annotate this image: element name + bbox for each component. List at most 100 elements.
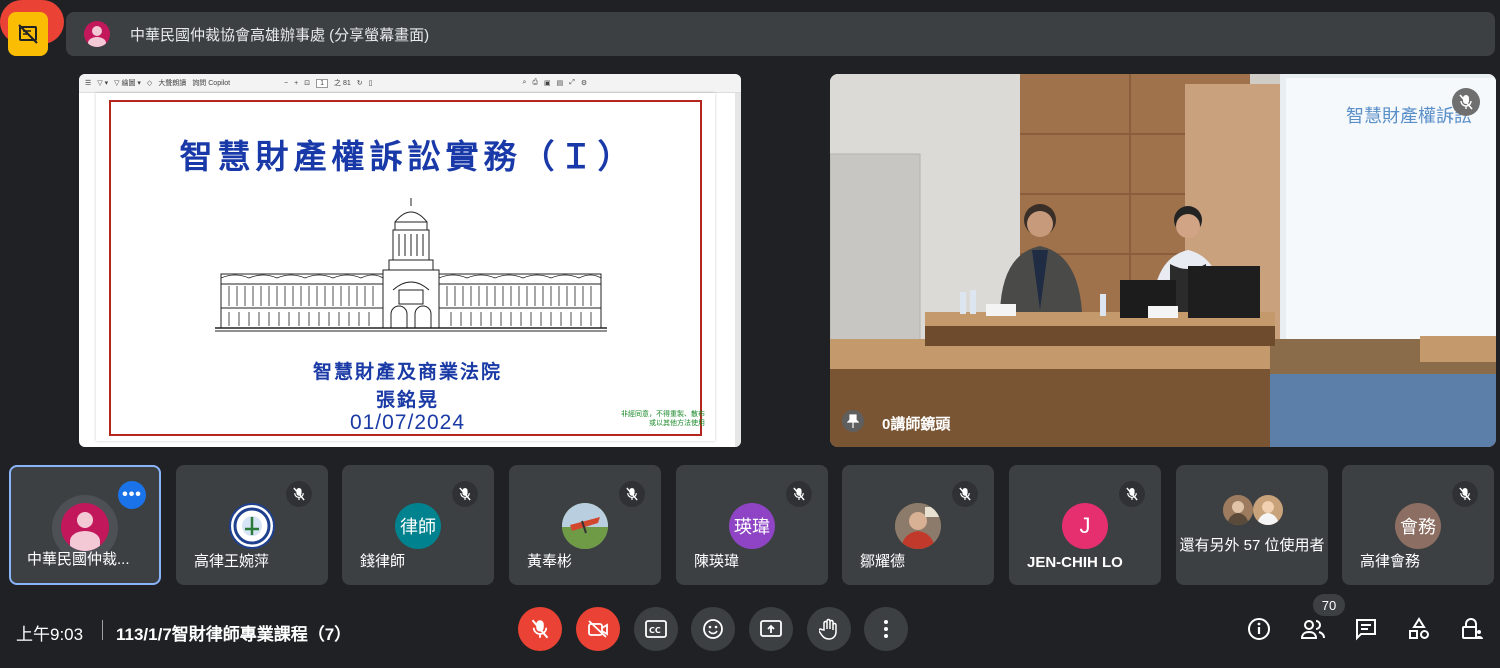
mic-off-icon xyxy=(452,481,478,507)
avatar-photo xyxy=(1223,495,1253,525)
participant-tile-self[interactable]: ••• 中華民國仲裁... xyxy=(9,465,161,585)
participant-name: JEN-CHIH LO xyxy=(1027,554,1123,571)
chat-icon xyxy=(1356,619,1376,641)
participant-name: 黃奉彬 xyxy=(527,553,573,570)
building-illustration xyxy=(215,198,607,332)
participant-name: 陳瑛瑋 xyxy=(694,553,740,570)
camera-tile[interactable]: 智慧財產權訴訟 0講師鏡頭 xyxy=(830,74,1496,447)
mic-toggle-button[interactable] xyxy=(518,607,562,651)
slide-organization: 智慧財產及商業法院 xyxy=(312,362,502,383)
camera-mic-muted-indicator xyxy=(1452,88,1480,116)
camera-video: 智慧財產權訴訟 xyxy=(830,74,1496,447)
pin-button[interactable] xyxy=(842,410,864,432)
slide-notice: 非經同意，不得重製、散布或以其他方法使用 xyxy=(621,411,705,427)
emoji-icon xyxy=(703,619,723,639)
meet-window: 中華民國仲裁協會高雄辦事處 (分享螢幕畫面) ☰ ▽ ▾ ▽ 繪圖 ▾ ◇ 大聲… xyxy=(0,0,1500,668)
pdf-page-input[interactable]: 1 xyxy=(316,78,329,88)
camera-off-icon xyxy=(588,620,608,638)
slide-border: 智慧財產權訴訟實務（Ｉ） 智慧財產及商業法院 張銘晃 01/07/2024 非經… xyxy=(109,100,705,436)
activities-button[interactable] xyxy=(1402,612,1436,646)
presenter-title: 中華民國仲裁協會高雄辦事處 (分享螢幕畫面) xyxy=(130,26,430,44)
presenter-bar: 中華民國仲裁協會高雄辦事處 (分享螢幕畫面) xyxy=(66,12,1495,56)
more-participants-tile[interactable]: 還有另外 57 位使用者 xyxy=(1176,465,1328,585)
present-screen-button[interactable] xyxy=(749,607,793,651)
participant-name: 鄒耀德 xyxy=(860,553,906,570)
more-options-button[interactable]: ••• xyxy=(118,481,146,509)
slide-date: 01/07/2024 xyxy=(349,411,466,434)
participant-name: 高律王婉萍 xyxy=(194,553,270,570)
hand-icon xyxy=(819,618,837,640)
closed-captions-icon: CC xyxy=(645,620,667,638)
svg-text:CC: CC xyxy=(649,626,661,635)
avatar-initials: 瑛瑋 xyxy=(729,503,775,549)
zoom-in-icon[interactable]: + xyxy=(294,80,298,87)
mic-off-icon xyxy=(619,481,645,507)
settings-icon[interactable]: ⚙ xyxy=(581,79,587,87)
fullscreen-icon[interactable]: ⤢ xyxy=(569,79,575,87)
pdf-scrollbar[interactable] xyxy=(735,93,741,447)
avatar-photo xyxy=(895,503,941,549)
pdf-draw-button[interactable]: ▽ 繪圖 ▾ xyxy=(114,78,141,88)
rotate-icon[interactable]: ↻ xyxy=(357,79,363,87)
participant-name: 錢律師 xyxy=(360,553,406,570)
avatar-initials: 會務 xyxy=(1395,503,1441,549)
filter-icon[interactable]: ▽ ▾ xyxy=(97,79,108,87)
people-button[interactable] xyxy=(1296,612,1330,646)
page-view-icon[interactable]: ▯ xyxy=(369,79,373,87)
mic-off-icon xyxy=(1452,481,1478,507)
host-controls-button[interactable] xyxy=(1455,612,1489,646)
no-present-icon xyxy=(18,24,38,44)
slide-title: 智慧財產權訴訟實務（Ｉ） xyxy=(179,137,636,176)
avatar-photo xyxy=(562,503,608,549)
present-icon xyxy=(760,620,782,637)
divider xyxy=(102,620,103,640)
participant-tile[interactable]: 瑛瑋 陳瑛瑋 xyxy=(676,465,828,585)
participant-name: 高律會務 xyxy=(1360,553,1421,570)
pdf-read-aloud-button[interactable]: 大聲朗讀 xyxy=(158,78,186,88)
list-icon[interactable]: ☰ xyxy=(85,79,91,87)
lock-person-icon xyxy=(1462,618,1483,639)
meeting-name: 113/1/7智財律師專業課程（7） xyxy=(116,625,352,644)
slide-author: 張銘晃 xyxy=(375,390,439,411)
mic-off-icon xyxy=(1119,481,1145,507)
avatar-photo xyxy=(1253,495,1283,525)
info-icon xyxy=(1248,618,1270,640)
camera-toggle-button[interactable] xyxy=(576,607,620,651)
pdf-toolbar: ☰ ▽ ▾ ▽ 繪圖 ▾ ◇ 大聲朗讀 詢問 Copilot − + ⊡ 1 之… xyxy=(79,74,741,93)
people-icon xyxy=(1300,620,1325,639)
pdf-page-total: 之 81 xyxy=(334,80,351,87)
chat-button[interactable] xyxy=(1349,612,1383,646)
zoom-out-icon[interactable]: − xyxy=(284,80,288,87)
participant-tile[interactable]: J JEN-CHIH LO xyxy=(1009,465,1161,585)
participant-tile[interactable]: 高律王婉萍 xyxy=(176,465,328,585)
eraser-icon[interactable]: ◇ xyxy=(147,79,152,87)
reactions-button[interactable] xyxy=(691,607,735,651)
camera-participant-name: 0講師鏡頭 xyxy=(882,416,951,433)
fit-icon[interactable]: ⊡ xyxy=(304,79,310,87)
more-options-button[interactable] xyxy=(864,607,908,651)
raise-hand-button[interactable] xyxy=(807,607,851,651)
more-participants-label: 還有另外 57 位使用者 xyxy=(1179,537,1325,554)
shared-screen: ☰ ▽ ▾ ▽ 繪圖 ▾ ◇ 大聲朗讀 詢問 Copilot − + ⊡ 1 之… xyxy=(79,74,741,447)
presenter-avatar xyxy=(84,21,110,47)
presentation-layout-button[interactable] xyxy=(8,12,48,56)
avatar-initials: J xyxy=(1062,503,1108,549)
print-icon[interactable]: ⎙ xyxy=(532,79,538,87)
participant-tile[interactable]: 鄒耀德 xyxy=(842,465,994,585)
save-icon[interactable]: ▣ xyxy=(544,79,551,87)
pdf-copilot-button[interactable]: 詢問 Copilot xyxy=(192,78,230,88)
captions-button[interactable]: CC xyxy=(634,607,678,651)
mic-off-icon xyxy=(286,481,312,507)
participant-tile[interactable]: 黃奉彬 xyxy=(509,465,661,585)
search-icon[interactable]: ⌕ xyxy=(522,79,526,87)
save-as-icon[interactable]: ▤ xyxy=(557,79,564,87)
mic-off-icon xyxy=(786,481,812,507)
meeting-details-button[interactable] xyxy=(1242,612,1276,646)
mic-off-icon xyxy=(1459,94,1473,110)
participant-tile[interactable]: 律師 錢律師 xyxy=(342,465,494,585)
avatar xyxy=(61,503,109,551)
participant-tile[interactable]: 會務 高律會務 xyxy=(1342,465,1494,585)
slide-page: 智慧財產權訴訟實務（Ｉ） 智慧財產及商業法院 張銘晃 01/07/2024 非經… xyxy=(96,93,715,441)
avatar-initials: 律師 xyxy=(395,503,441,549)
mic-off-icon xyxy=(952,481,978,507)
